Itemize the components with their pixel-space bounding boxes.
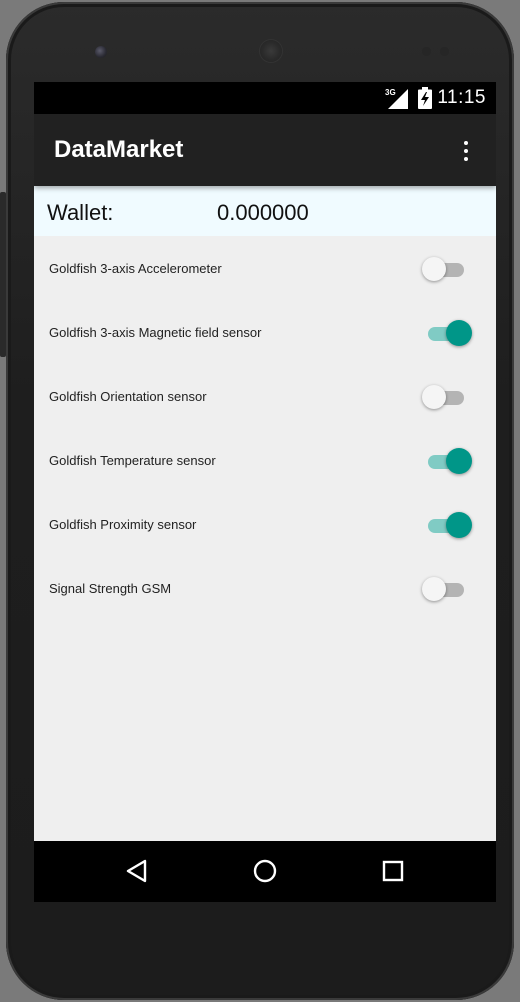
sensor-toggle[interactable] bbox=[422, 576, 468, 604]
switch-thumb bbox=[446, 448, 472, 474]
sensor-list: Goldfish 3-axis Accelerometer Goldfish 3… bbox=[34, 236, 496, 620]
list-item: Goldfish 3-axis Accelerometer bbox=[34, 236, 496, 300]
switch-thumb bbox=[422, 577, 446, 601]
sensor-toggle[interactable] bbox=[422, 256, 468, 284]
wallet-panel: Wallet: 0.000000 bbox=[34, 186, 496, 236]
sensor-label: Goldfish 3-axis Accelerometer bbox=[49, 261, 222, 276]
navigation-bar bbox=[34, 841, 496, 902]
list-item: Goldfish 3-axis Magnetic field sensor bbox=[34, 300, 496, 364]
front-camera bbox=[95, 46, 107, 58]
back-triangle-icon[interactable] bbox=[122, 856, 152, 886]
sensor-label: Goldfish Orientation sensor bbox=[49, 389, 207, 404]
sensor-toggle[interactable] bbox=[422, 384, 468, 412]
list-item: Goldfish Temperature sensor bbox=[34, 428, 496, 492]
sensor-label: Goldfish Proximity sensor bbox=[49, 517, 197, 532]
app-title: DataMarket bbox=[54, 136, 184, 163]
wallet-value: 0.000000 bbox=[217, 200, 309, 225]
more-vert-icon[interactable] bbox=[454, 138, 478, 164]
home-circle-icon[interactable] bbox=[250, 856, 280, 886]
emulator-frame: 3G 11:15 DataMarket Wallet: 0.000000 Gol… bbox=[0, 0, 520, 1002]
recents-square-icon[interactable] bbox=[378, 856, 408, 886]
sensor-toggle[interactable] bbox=[422, 512, 472, 540]
signal-icon bbox=[388, 89, 408, 109]
switch-thumb bbox=[446, 512, 472, 538]
switch-thumb bbox=[446, 320, 472, 346]
list-item: Goldfish Proximity sensor bbox=[34, 492, 496, 556]
app-bar: DataMarket bbox=[34, 114, 496, 186]
sensor-toggle[interactable] bbox=[422, 320, 472, 348]
switch-thumb bbox=[422, 385, 446, 409]
volume-button bbox=[0, 192, 6, 357]
sensor-toggle[interactable] bbox=[422, 448, 472, 476]
battery-charging-icon bbox=[418, 87, 432, 109]
list-item: Goldfish Orientation sensor bbox=[34, 364, 496, 428]
list-item: Signal Strength GSM bbox=[34, 556, 496, 620]
wallet-label: Wallet: bbox=[47, 200, 114, 225]
sensor-label: Goldfish Temperature sensor bbox=[49, 453, 216, 468]
proximity-sensor bbox=[422, 47, 431, 56]
light-sensor bbox=[440, 47, 449, 56]
earpiece-speaker bbox=[260, 40, 282, 62]
sensor-label: Signal Strength GSM bbox=[49, 581, 172, 596]
switch-thumb bbox=[422, 257, 446, 281]
status-bar: 3G 11:15 bbox=[34, 82, 496, 114]
sensor-label: Goldfish 3-axis Magnetic field sensor bbox=[49, 325, 262, 340]
device-screen: 3G 11:15 DataMarket Wallet: 0.000000 Gol… bbox=[34, 82, 496, 902]
status-time: 11:15 bbox=[437, 87, 486, 108]
